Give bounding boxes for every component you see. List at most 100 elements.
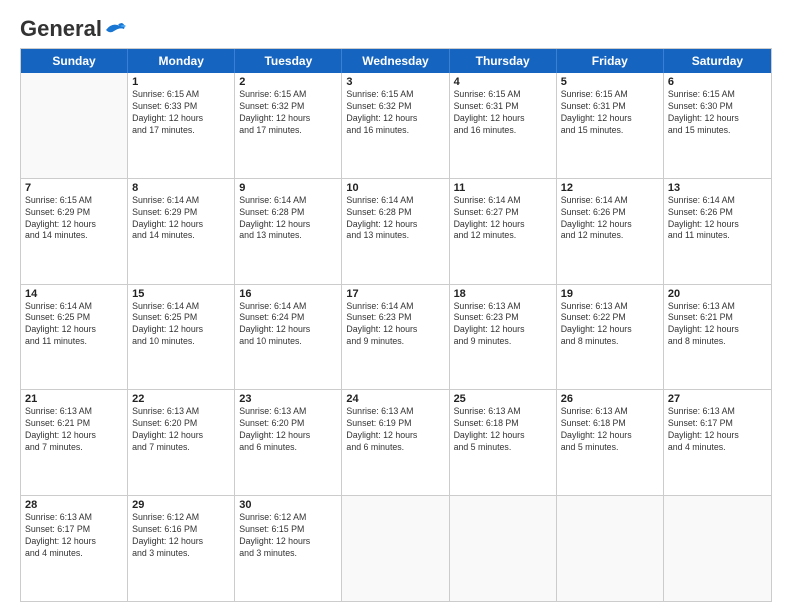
day-number: 18: [454, 288, 552, 300]
day-number: 21: [25, 393, 123, 405]
day-number: 29: [132, 499, 230, 511]
day-number: 14: [25, 288, 123, 300]
header-day-sunday: Sunday: [21, 49, 128, 73]
day-number: 7: [25, 182, 123, 194]
cal-day-12: 12Sunrise: 6:14 AM Sunset: 6:26 PM Dayli…: [557, 179, 664, 284]
cal-day-15: 15Sunrise: 6:14 AM Sunset: 6:25 PM Dayli…: [128, 285, 235, 390]
day-number: 15: [132, 288, 230, 300]
cal-day-13: 13Sunrise: 6:14 AM Sunset: 6:26 PM Dayli…: [664, 179, 771, 284]
day-info: Sunrise: 6:15 AM Sunset: 6:33 PM Dayligh…: [132, 89, 230, 137]
day-info: Sunrise: 6:12 AM Sunset: 6:15 PM Dayligh…: [239, 512, 337, 560]
day-number: 20: [668, 288, 767, 300]
cal-empty-4-5: [557, 496, 664, 601]
logo-line1-text: General: [20, 18, 126, 40]
header-day-saturday: Saturday: [664, 49, 771, 73]
day-number: 16: [239, 288, 337, 300]
header: General: [20, 18, 772, 40]
cal-day-16: 16Sunrise: 6:14 AM Sunset: 6:24 PM Dayli…: [235, 285, 342, 390]
day-number: 4: [454, 76, 552, 88]
day-number: 25: [454, 393, 552, 405]
day-info: Sunrise: 6:15 AM Sunset: 6:32 PM Dayligh…: [346, 89, 444, 137]
cal-day-29: 29Sunrise: 6:12 AM Sunset: 6:16 PM Dayli…: [128, 496, 235, 601]
calendar-body: 1Sunrise: 6:15 AM Sunset: 6:33 PM Daylig…: [21, 73, 771, 601]
day-number: 22: [132, 393, 230, 405]
cal-day-9: 9Sunrise: 6:14 AM Sunset: 6:28 PM Daylig…: [235, 179, 342, 284]
day-info: Sunrise: 6:14 AM Sunset: 6:28 PM Dayligh…: [346, 195, 444, 243]
cal-day-21: 21Sunrise: 6:13 AM Sunset: 6:21 PM Dayli…: [21, 390, 128, 495]
cal-empty-4-6: [664, 496, 771, 601]
cal-day-23: 23Sunrise: 6:13 AM Sunset: 6:20 PM Dayli…: [235, 390, 342, 495]
cal-day-14: 14Sunrise: 6:14 AM Sunset: 6:25 PM Dayli…: [21, 285, 128, 390]
day-info: Sunrise: 6:13 AM Sunset: 6:18 PM Dayligh…: [561, 406, 659, 454]
cal-day-3: 3Sunrise: 6:15 AM Sunset: 6:32 PM Daylig…: [342, 73, 449, 178]
day-number: 30: [239, 499, 337, 511]
day-info: Sunrise: 6:14 AM Sunset: 6:25 PM Dayligh…: [132, 301, 230, 349]
day-info: Sunrise: 6:13 AM Sunset: 6:22 PM Dayligh…: [561, 301, 659, 349]
day-number: 2: [239, 76, 337, 88]
day-info: Sunrise: 6:13 AM Sunset: 6:20 PM Dayligh…: [239, 406, 337, 454]
cal-day-24: 24Sunrise: 6:13 AM Sunset: 6:19 PM Dayli…: [342, 390, 449, 495]
day-number: 27: [668, 393, 767, 405]
day-info: Sunrise: 6:13 AM Sunset: 6:23 PM Dayligh…: [454, 301, 552, 349]
cal-day-11: 11Sunrise: 6:14 AM Sunset: 6:27 PM Dayli…: [450, 179, 557, 284]
cal-day-18: 18Sunrise: 6:13 AM Sunset: 6:23 PM Dayli…: [450, 285, 557, 390]
day-info: Sunrise: 6:13 AM Sunset: 6:19 PM Dayligh…: [346, 406, 444, 454]
day-number: 23: [239, 393, 337, 405]
cal-day-17: 17Sunrise: 6:14 AM Sunset: 6:23 PM Dayli…: [342, 285, 449, 390]
cal-day-27: 27Sunrise: 6:13 AM Sunset: 6:17 PM Dayli…: [664, 390, 771, 495]
day-number: 9: [239, 182, 337, 194]
header-day-friday: Friday: [557, 49, 664, 73]
day-info: Sunrise: 6:13 AM Sunset: 6:17 PM Dayligh…: [668, 406, 767, 454]
cal-day-1: 1Sunrise: 6:15 AM Sunset: 6:33 PM Daylig…: [128, 73, 235, 178]
day-number: 5: [561, 76, 659, 88]
day-info: Sunrise: 6:13 AM Sunset: 6:21 PM Dayligh…: [668, 301, 767, 349]
cal-empty-4-3: [342, 496, 449, 601]
day-info: Sunrise: 6:14 AM Sunset: 6:23 PM Dayligh…: [346, 301, 444, 349]
day-info: Sunrise: 6:14 AM Sunset: 6:24 PM Dayligh…: [239, 301, 337, 349]
day-info: Sunrise: 6:15 AM Sunset: 6:31 PM Dayligh…: [561, 89, 659, 137]
day-number: 13: [668, 182, 767, 194]
cal-day-22: 22Sunrise: 6:13 AM Sunset: 6:20 PM Dayli…: [128, 390, 235, 495]
day-info: Sunrise: 6:13 AM Sunset: 6:21 PM Dayligh…: [25, 406, 123, 454]
calendar: SundayMondayTuesdayWednesdayThursdayFrid…: [20, 48, 772, 602]
day-info: Sunrise: 6:14 AM Sunset: 6:26 PM Dayligh…: [668, 195, 767, 243]
calendar-row-2: 7Sunrise: 6:15 AM Sunset: 6:29 PM Daylig…: [21, 178, 771, 284]
cal-empty-0-0: [21, 73, 128, 178]
day-info: Sunrise: 6:14 AM Sunset: 6:29 PM Dayligh…: [132, 195, 230, 243]
cal-day-30: 30Sunrise: 6:12 AM Sunset: 6:15 PM Dayli…: [235, 496, 342, 601]
day-info: Sunrise: 6:14 AM Sunset: 6:26 PM Dayligh…: [561, 195, 659, 243]
logo: General: [20, 18, 126, 40]
day-info: Sunrise: 6:14 AM Sunset: 6:25 PM Dayligh…: [25, 301, 123, 349]
cal-empty-4-4: [450, 496, 557, 601]
day-info: Sunrise: 6:15 AM Sunset: 6:29 PM Dayligh…: [25, 195, 123, 243]
day-number: 12: [561, 182, 659, 194]
cal-day-25: 25Sunrise: 6:13 AM Sunset: 6:18 PM Dayli…: [450, 390, 557, 495]
header-day-monday: Monday: [128, 49, 235, 73]
day-number: 6: [668, 76, 767, 88]
cal-day-19: 19Sunrise: 6:13 AM Sunset: 6:22 PM Dayli…: [557, 285, 664, 390]
cal-day-6: 6Sunrise: 6:15 AM Sunset: 6:30 PM Daylig…: [664, 73, 771, 178]
day-info: Sunrise: 6:15 AM Sunset: 6:30 PM Dayligh…: [668, 89, 767, 137]
header-day-tuesday: Tuesday: [235, 49, 342, 73]
day-info: Sunrise: 6:13 AM Sunset: 6:18 PM Dayligh…: [454, 406, 552, 454]
day-info: Sunrise: 6:15 AM Sunset: 6:31 PM Dayligh…: [454, 89, 552, 137]
day-info: Sunrise: 6:14 AM Sunset: 6:27 PM Dayligh…: [454, 195, 552, 243]
cal-day-20: 20Sunrise: 6:13 AM Sunset: 6:21 PM Dayli…: [664, 285, 771, 390]
day-number: 8: [132, 182, 230, 194]
day-number: 17: [346, 288, 444, 300]
header-day-thursday: Thursday: [450, 49, 557, 73]
cal-day-28: 28Sunrise: 6:13 AM Sunset: 6:17 PM Dayli…: [21, 496, 128, 601]
cal-day-5: 5Sunrise: 6:15 AM Sunset: 6:31 PM Daylig…: [557, 73, 664, 178]
calendar-row-3: 14Sunrise: 6:14 AM Sunset: 6:25 PM Dayli…: [21, 284, 771, 390]
day-info: Sunrise: 6:12 AM Sunset: 6:16 PM Dayligh…: [132, 512, 230, 560]
day-number: 1: [132, 76, 230, 88]
day-info: Sunrise: 6:14 AM Sunset: 6:28 PM Dayligh…: [239, 195, 337, 243]
day-number: 28: [25, 499, 123, 511]
cal-day-2: 2Sunrise: 6:15 AM Sunset: 6:32 PM Daylig…: [235, 73, 342, 178]
cal-day-4: 4Sunrise: 6:15 AM Sunset: 6:31 PM Daylig…: [450, 73, 557, 178]
calendar-row-4: 21Sunrise: 6:13 AM Sunset: 6:21 PM Dayli…: [21, 389, 771, 495]
day-number: 26: [561, 393, 659, 405]
calendar-row-5: 28Sunrise: 6:13 AM Sunset: 6:17 PM Dayli…: [21, 495, 771, 601]
day-number: 10: [346, 182, 444, 194]
cal-day-8: 8Sunrise: 6:14 AM Sunset: 6:29 PM Daylig…: [128, 179, 235, 284]
